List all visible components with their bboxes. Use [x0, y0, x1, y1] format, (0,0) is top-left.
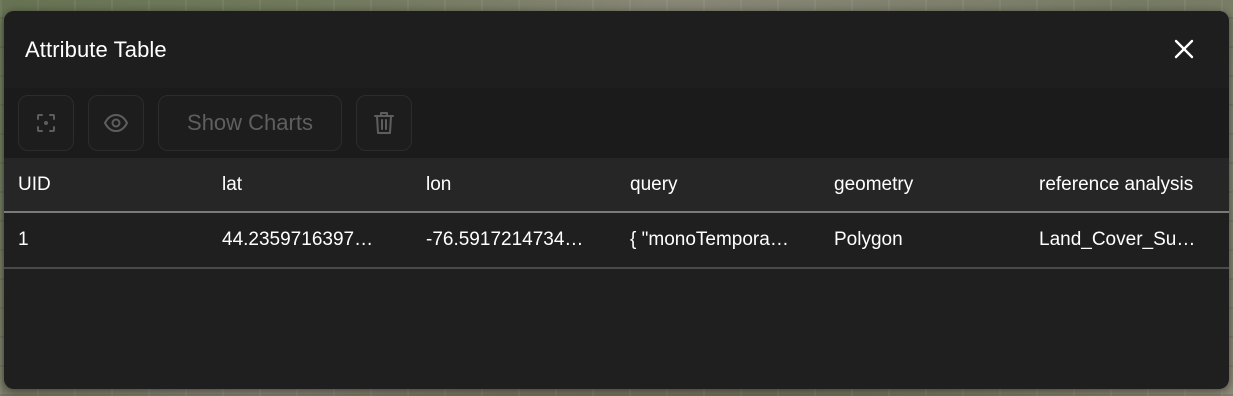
close-icon [1174, 39, 1194, 59]
close-button[interactable] [1173, 38, 1195, 60]
column-header-reference-analysis[interactable]: reference analysis [1039, 158, 1219, 211]
column-header-lon[interactable]: lon [426, 158, 606, 211]
column-header-uid[interactable]: UID [18, 158, 198, 211]
toolbar: Show Charts [4, 88, 1229, 158]
cell-query: { "monoTempora… [630, 229, 789, 250]
attribute-table-dialog: Attribute Table Show Charts UID lat lon … [4, 11, 1229, 389]
select-button[interactable] [18, 95, 74, 151]
delete-button[interactable] [356, 95, 412, 151]
show-charts-label: Show Charts [187, 110, 313, 135]
column-header-geometry[interactable]: geometry [834, 158, 1014, 211]
cell-lat: 44.2359716397… [222, 229, 374, 250]
eye-icon [103, 113, 129, 133]
cell-reference-analysis: Land_Cover_Su… [1039, 229, 1196, 250]
dialog-header: Attribute Table [4, 11, 1229, 88]
cell-uid: 1 [18, 229, 29, 250]
cell-geometry: Polygon [834, 229, 903, 250]
cell-lon: -76.5917214734… [426, 229, 584, 250]
show-charts-button[interactable]: Show Charts [158, 95, 342, 151]
trash-icon [374, 112, 394, 134]
table-header-row: UID lat lon query geometry reference ana… [4, 158, 1229, 213]
column-header-query[interactable]: query [630, 158, 810, 211]
focus-select-icon [37, 114, 55, 132]
dialog-title: Attribute Table [25, 37, 167, 62]
column-header-lat[interactable]: lat [222, 158, 402, 211]
visibility-button[interactable] [88, 95, 144, 151]
table-row[interactable]: 1 44.2359716397… -76.5917214734… { "mono… [4, 213, 1229, 269]
attribute-table: UID lat lon query geometry reference ana… [4, 158, 1229, 269]
